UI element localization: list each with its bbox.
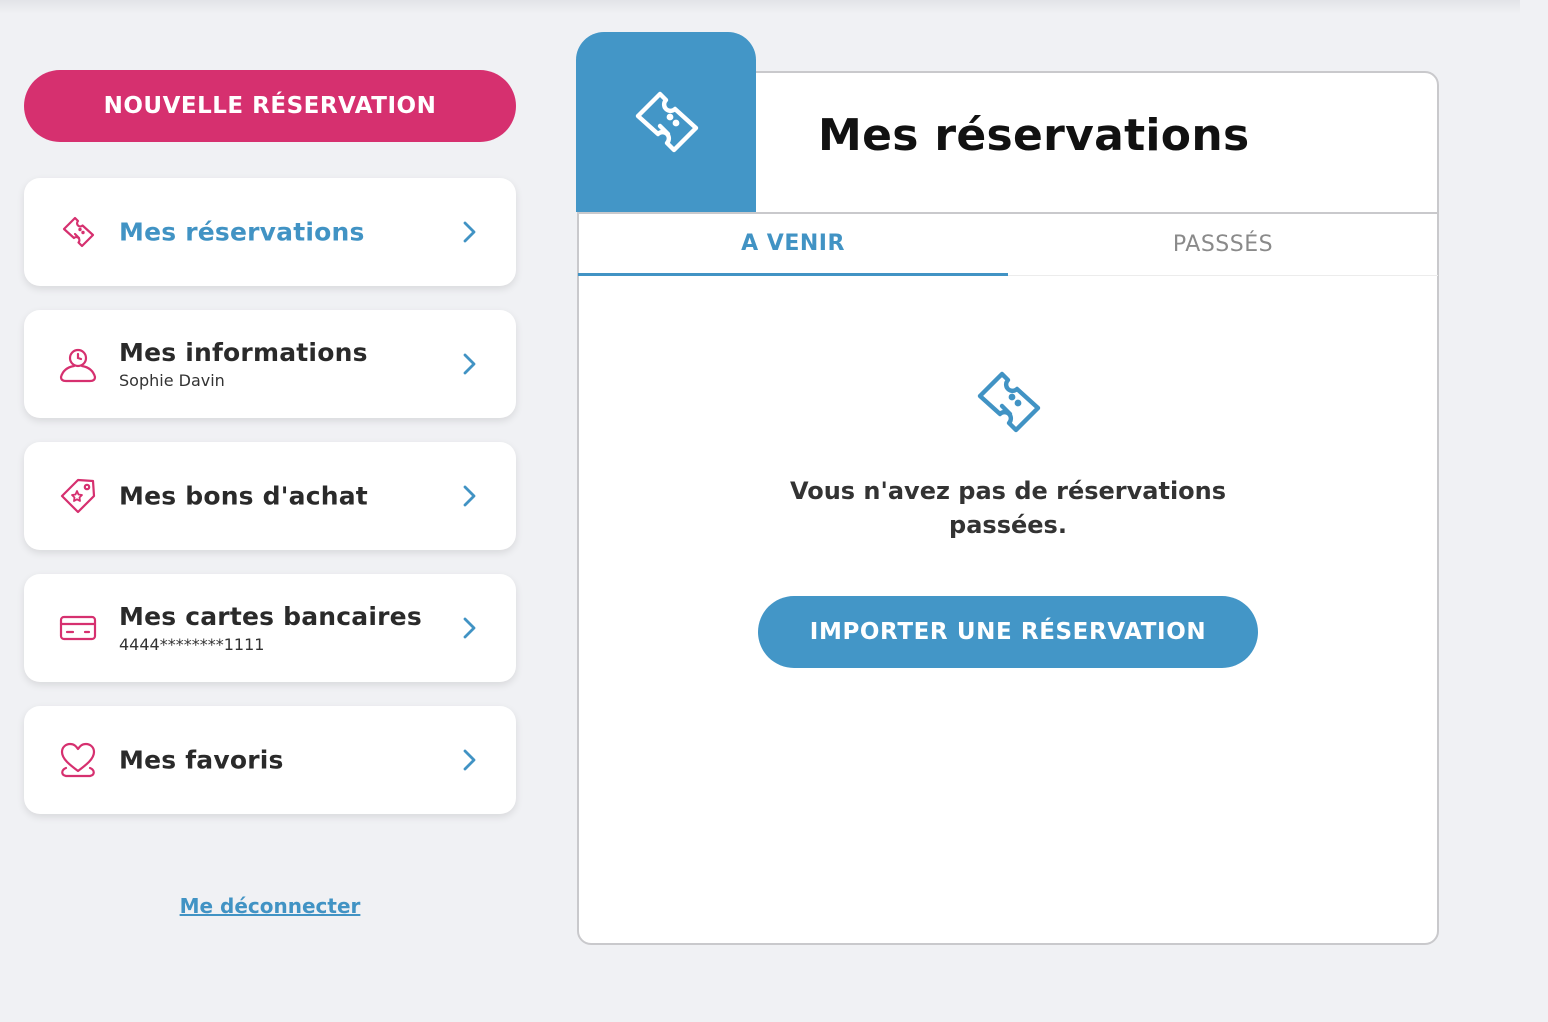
user-icon: [58, 344, 98, 384]
sidebar-item-vouchers[interactable]: Mes bons d'achat: [24, 442, 516, 550]
voucher-tag-icon: [58, 476, 98, 516]
sidebar-item-informations[interactable]: Mes informations Sophie Davin: [24, 310, 516, 418]
sidebar-item-label: Mes cartes bancaires: [119, 602, 422, 631]
card-number: 4444********1111: [119, 635, 265, 654]
ticket-icon: [635, 91, 699, 153]
ticket-icon: [58, 212, 98, 252]
top-bar-shadow: [0, 0, 1520, 14]
chevron-right-icon: [463, 353, 476, 375]
sidebar-item-label: Mes réservations: [119, 217, 365, 247]
import-reservation-button[interactable]: IMPORTER UNE RÉSERVATION: [758, 596, 1258, 668]
chevron-right-icon: [463, 617, 476, 639]
user-name: Sophie Davin: [119, 371, 225, 390]
tab-upcoming[interactable]: A VENIR: [578, 214, 1008, 276]
sidebar-item-bank-cards[interactable]: Mes cartes bancaires 4444********1111: [24, 574, 516, 682]
ticket-icon: [977, 371, 1041, 433]
sidebar-item-favorites[interactable]: Mes favoris: [24, 706, 516, 814]
chevron-right-icon: [463, 485, 476, 507]
page-title: Mes réservations: [818, 110, 1250, 161]
sidebar-item-label: Mes favoris: [119, 745, 284, 775]
panel-header-icon-tab: [576, 32, 756, 212]
empty-state-message: Vous n'avez pas de réservations passées.: [789, 477, 1227, 539]
sidebar-item-label: Mes bons d'achat: [119, 481, 368, 511]
new-reservation-button[interactable]: NOUVELLE RÉSERVATION: [24, 70, 516, 142]
chevron-right-icon: [463, 221, 476, 243]
sidebar-item-label: Mes informations: [119, 338, 368, 367]
chevron-right-icon: [463, 749, 476, 771]
sidebar-item-reservations[interactable]: Mes réservations: [24, 178, 516, 286]
tab-past[interactable]: PASSSÉS: [1008, 214, 1438, 276]
heart-icon: [58, 740, 98, 780]
credit-card-icon: [58, 608, 98, 648]
logout-link[interactable]: Me déconnecter: [24, 894, 516, 918]
